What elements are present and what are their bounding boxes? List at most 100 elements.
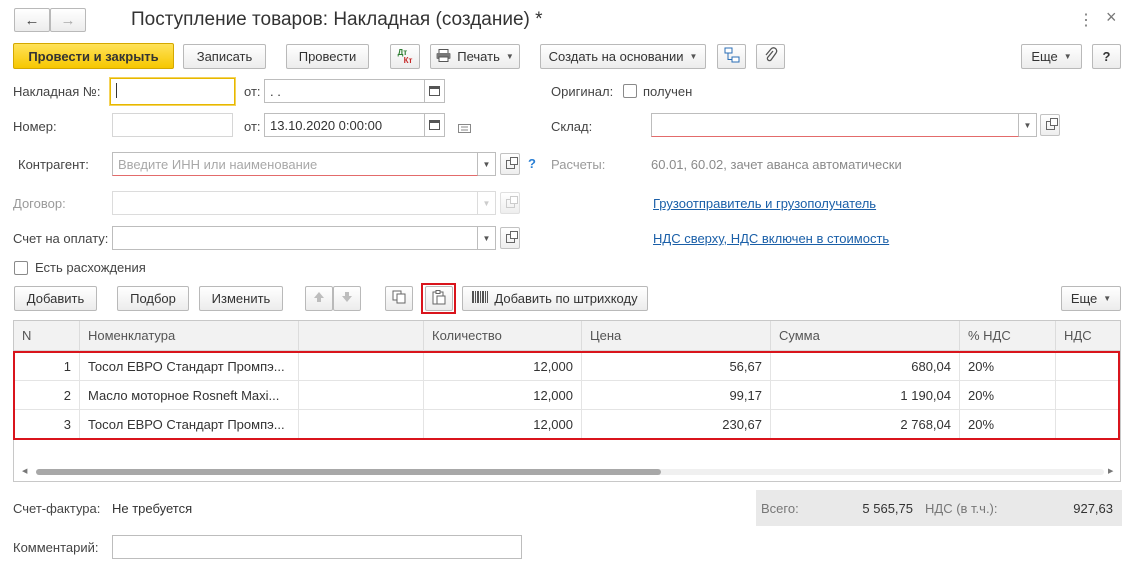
warehouse-input[interactable]	[651, 113, 1019, 137]
add-by-barcode-button[interactable]: Добавить по штрихкоду	[462, 286, 648, 311]
add-row-button[interactable]: Добавить	[14, 286, 97, 311]
attach-button[interactable]	[756, 44, 785, 69]
settlements-value: 60.01, 60.02, зачет аванса автоматически	[651, 157, 902, 172]
counterparty-help-icon[interactable]: ?	[528, 156, 536, 171]
arrow-down-icon	[341, 291, 353, 306]
contract-dropdown-button[interactable]: ▼	[478, 191, 496, 215]
pick-button[interactable]: Подбор	[117, 286, 189, 311]
scroll-right-arrow-icon[interactable]: ▶	[1108, 467, 1113, 475]
contract-open-button[interactable]	[500, 192, 520, 214]
warehouse-label: Склад:	[551, 119, 593, 134]
table-more-button[interactable]: Еще ▼	[1061, 286, 1121, 311]
vat-mode-link[interactable]: НДС сверху, НДС включен в стоимость	[653, 231, 889, 246]
scroll-left-arrow-icon[interactable]: ◀	[22, 467, 27, 475]
col-header-qty[interactable]: Количество	[424, 321, 582, 351]
cell-n: 2	[14, 381, 80, 410]
cell-price: 56,67	[582, 352, 771, 381]
cell-price: 99,17	[582, 381, 771, 410]
post-and-close-button[interactable]: Провести и закрыть	[13, 43, 174, 69]
open-icon	[505, 230, 518, 243]
payment-invoice-dropdown-button[interactable]: ▼	[478, 226, 496, 250]
cell-extra	[299, 381, 424, 410]
cell-n: 3	[14, 410, 80, 439]
cell-n: 1	[14, 352, 80, 381]
paperclip-icon	[764, 47, 778, 66]
shipper-consignee-link[interactable]: Грузоотправитель и грузополучатель	[653, 196, 876, 211]
invoice-date-input[interactable]: . .	[264, 79, 426, 103]
invoice-no-label: Накладная №:	[13, 84, 101, 99]
table-row[interactable]: 2 Масло моторное Rosneft Maxi... 12,000 …	[14, 381, 1120, 410]
table-header: N Номенклатура Количество Цена Сумма % Н…	[14, 321, 1120, 351]
close-icon[interactable]: ×	[1106, 7, 1117, 28]
contract-input[interactable]	[112, 191, 478, 215]
payment-invoice-open-button[interactable]	[500, 227, 520, 249]
original-received-label: получен	[643, 84, 693, 99]
invoice-date-value: . .	[270, 84, 281, 99]
printer-icon	[436, 48, 451, 65]
col-header-sum[interactable]: Сумма	[771, 321, 960, 351]
change-button[interactable]: Изменить	[199, 286, 283, 311]
cell-vat	[1056, 410, 1120, 439]
cell-vat-rate: 20%	[960, 381, 1056, 410]
forward-button[interactable]: →	[50, 8, 86, 32]
col-header-extra[interactable]	[299, 321, 424, 351]
counterparty-label: Контрагент:	[18, 157, 89, 172]
more-label: Еще	[1031, 49, 1058, 64]
col-header-vat[interactable]: НДС	[1056, 321, 1120, 351]
cell-extra	[299, 352, 424, 381]
col-header-vat-rate[interactable]: % НДС	[960, 321, 1056, 351]
table-row[interactable]: 1 Тосол ЕВРО Стандарт Промпэ... 12,000 5…	[14, 352, 1120, 381]
invoice-no-input[interactable]	[110, 78, 235, 105]
table-row[interactable]: 3 Тосол ЕВРО Стандарт Промпэ... 12,000 2…	[14, 410, 1120, 439]
cell-qty: 12,000	[424, 352, 582, 381]
move-down-button[interactable]	[333, 286, 361, 311]
counterparty-input[interactable]: Введите ИНН или наименование	[112, 152, 478, 176]
hierarchy-icon	[724, 47, 740, 66]
structure-button[interactable]	[717, 44, 746, 69]
move-up-button[interactable]	[305, 286, 333, 311]
payment-invoice-input[interactable]	[112, 226, 478, 250]
save-label: Записать	[196, 49, 253, 64]
chevron-down-icon: ▼	[505, 52, 514, 61]
chevron-down-icon: ▼	[689, 52, 698, 61]
original-received-checkbox[interactable]	[623, 84, 637, 98]
paste-rows-button[interactable]	[425, 286, 453, 311]
counterparty-dropdown-button[interactable]: ▼	[478, 152, 496, 176]
number-input[interactable]	[112, 113, 233, 137]
discrepancies-label: Есть расхождения	[35, 260, 146, 275]
doc-date-calendar-button[interactable]	[424, 113, 445, 137]
invoice-date-calendar-button[interactable]	[424, 79, 445, 103]
discrepancies-checkbox[interactable]	[14, 261, 28, 275]
goods-table[interactable]: N Номенклатура Количество Цена Сумма % Н…	[13, 320, 1121, 482]
more-button[interactable]: Еще ▼	[1021, 44, 1082, 69]
more-menu-icon[interactable]: ⋮	[1078, 10, 1094, 30]
cell-item: Тосол ЕВРО Стандарт Промпэ...	[80, 410, 299, 439]
print-button[interactable]: Печать ▼	[430, 44, 520, 69]
post-button[interactable]: Провести	[286, 44, 369, 69]
time-settings-icon[interactable]	[458, 121, 471, 136]
post-and-close-label: Провести и закрыть	[28, 48, 159, 64]
dt-kt-button[interactable]: Дт Кт	[390, 44, 420, 69]
copy-rows-button[interactable]	[385, 286, 413, 311]
doc-date-input[interactable]: 13.10.2020 0:00:00	[264, 113, 426, 137]
comment-label: Комментарий:	[13, 540, 99, 555]
post-label: Провести	[298, 49, 357, 64]
counterparty-open-button[interactable]	[500, 153, 520, 175]
counterparty-placeholder: Введите ИНН или наименование	[118, 157, 318, 172]
warehouse-open-button[interactable]	[1040, 114, 1060, 136]
payment-invoice-label: Счет на оплату:	[13, 231, 109, 246]
horizontal-scrollbar-thumb[interactable]	[36, 469, 661, 475]
comment-input[interactable]	[112, 535, 522, 559]
col-header-price[interactable]: Цена	[582, 321, 771, 351]
back-button[interactable]: ←	[14, 8, 50, 32]
help-button[interactable]: ?	[1092, 44, 1121, 69]
cell-vat	[1056, 381, 1120, 410]
totals-panel: Всего: 5 565,75 НДС (в т.ч.): 927,63	[756, 490, 1122, 526]
create-based-on-button[interactable]: Создать на основании ▼	[540, 44, 706, 69]
col-header-n[interactable]: N	[14, 321, 80, 351]
col-header-item[interactable]: Номенклатура	[80, 321, 299, 351]
warehouse-dropdown-button[interactable]: ▼	[1019, 113, 1037, 137]
open-icon	[1045, 117, 1058, 130]
cell-qty: 12,000	[424, 410, 582, 439]
save-button[interactable]: Записать	[183, 44, 266, 69]
